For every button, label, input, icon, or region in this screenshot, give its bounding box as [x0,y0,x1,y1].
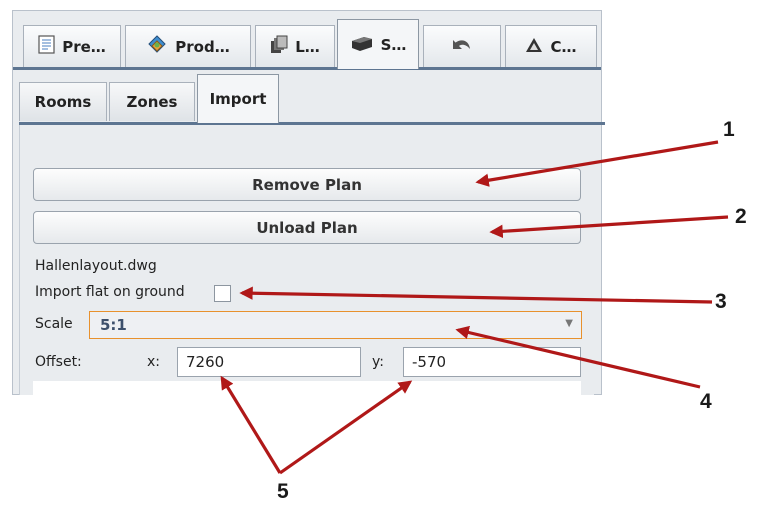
arrow-3 [239,286,713,304]
tab-s[interactable]: S… [337,19,419,69]
arrow-5a [220,375,282,474]
tab-import-label: Import [209,90,267,108]
arrow-5b [279,380,413,475]
annotation-number-5: 5 [277,480,289,503]
arrow-1 [475,140,719,187]
annotation-number-2: 2 [735,205,747,228]
arrow-2 [489,215,729,239]
tab-import[interactable]: Import [197,74,279,123]
annotation-number-4: 4 [700,390,712,413]
arrow-4 [455,325,701,389]
annotation-number-1: 1 [723,118,735,141]
app-root: Pre… Prod… L… S… C… Rooms Zones Import R… [0,0,759,520]
annotation-number-3: 3 [715,290,727,313]
tab-s-label: S… [380,35,407,54]
annotation-arrows [220,140,729,475]
box-icon [350,33,374,56]
